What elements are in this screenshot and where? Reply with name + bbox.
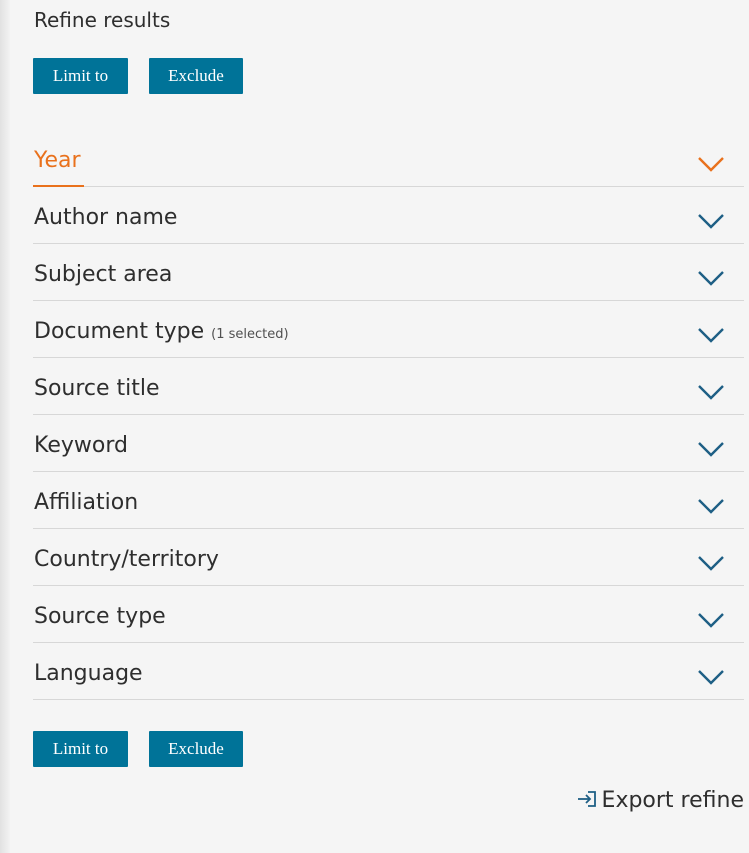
chevron-down-icon[interactable] xyxy=(698,156,724,172)
facet-label: Country/territory xyxy=(34,529,219,585)
chevron-down-icon[interactable] xyxy=(698,612,724,628)
panel-title: Refine results xyxy=(34,8,171,32)
export-refine-link[interactable]: Export refine xyxy=(576,786,744,816)
facet-author-name-label: Author name xyxy=(34,205,178,230)
facet-list: Year Author name Subject area Document t… xyxy=(33,130,744,700)
chevron-down-icon[interactable] xyxy=(698,384,724,400)
chevron-down-icon[interactable] xyxy=(698,669,724,685)
facet-label: Year xyxy=(34,130,81,186)
facet-keyword-label: Keyword xyxy=(34,433,128,458)
chevron-down-icon[interactable] xyxy=(698,498,724,514)
limit-to-button-top[interactable]: Limit to xyxy=(33,58,128,94)
limit-to-button-bottom[interactable]: Limit to xyxy=(33,731,128,767)
facet-document-type-label: Document type xyxy=(34,319,205,344)
facet-keyword[interactable]: Keyword xyxy=(33,415,744,472)
selected-count-note: (1 selected) xyxy=(211,327,289,342)
facet-affiliation[interactable]: Affiliation xyxy=(33,472,744,529)
facet-country-territory-label: Country/territory xyxy=(34,547,219,572)
facet-label: Affiliation xyxy=(34,472,138,528)
facet-label: Source title xyxy=(34,358,160,414)
refine-results-panel: Refine results Limit to Exclude Year Aut… xyxy=(33,0,744,853)
facet-source-type[interactable]: Source type xyxy=(33,586,744,643)
chevron-down-icon[interactable] xyxy=(698,441,724,457)
facet-label: Keyword xyxy=(34,415,128,471)
chevron-down-icon[interactable] xyxy=(698,327,724,343)
facet-label: Author name xyxy=(34,187,177,243)
facet-subject-area-label: Subject area xyxy=(34,262,173,287)
facet-language[interactable]: Language xyxy=(33,643,744,700)
chevron-down-icon[interactable] xyxy=(698,270,724,286)
facet-label: Language xyxy=(34,643,143,699)
facet-subject-area[interactable]: Subject area xyxy=(33,244,744,301)
facet-year[interactable]: Year xyxy=(33,130,744,187)
facet-document-type[interactable]: Document type (1 selected) xyxy=(33,301,744,358)
facet-year-label: Year xyxy=(34,148,81,173)
export-icon xyxy=(576,788,598,808)
facet-label: Document type (1 selected) xyxy=(34,301,289,357)
facet-label: Subject area xyxy=(34,244,172,300)
facet-source-type-label: Source type xyxy=(34,604,166,629)
export-refine-label: Export refine xyxy=(601,788,744,813)
facet-source-title-label: Source title xyxy=(34,376,160,401)
facet-source-title[interactable]: Source title xyxy=(33,358,744,415)
facet-country-territory[interactable]: Country/territory xyxy=(33,529,744,586)
exclude-button-bottom[interactable]: Exclude xyxy=(149,731,243,767)
facet-affiliation-label: Affiliation xyxy=(34,490,139,515)
exclude-button-top[interactable]: Exclude xyxy=(149,58,243,94)
chevron-down-icon[interactable] xyxy=(698,213,724,229)
facet-language-label: Language xyxy=(34,661,143,686)
facet-author-name[interactable]: Author name xyxy=(33,187,744,244)
facet-label: Source type xyxy=(34,586,166,642)
chevron-down-icon[interactable] xyxy=(698,555,724,571)
page-left-edge xyxy=(0,0,10,853)
